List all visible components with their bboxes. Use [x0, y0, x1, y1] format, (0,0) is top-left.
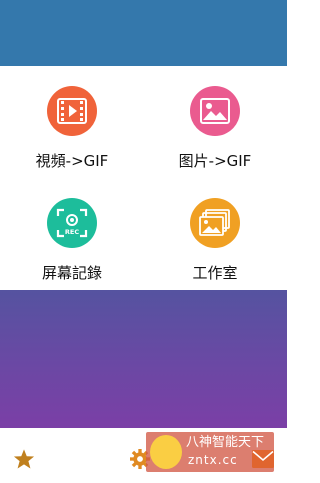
image-icon [200, 98, 230, 124]
film-play-icon [57, 98, 87, 124]
video-to-gif-icon-circle [47, 86, 97, 136]
mail-icon [252, 450, 274, 468]
mail-button[interactable] [252, 450, 274, 468]
watermark-title: 八神智能天下 [186, 435, 265, 450]
image-to-gif-tile[interactable]: 图片->GIF [143, 66, 287, 178]
screen-record-icon-circle: REC [47, 198, 97, 248]
star-icon [13, 449, 35, 469]
image-to-gif-icon-circle [190, 86, 240, 136]
studio-icon-circle [190, 198, 240, 248]
header-band [0, 0, 287, 66]
star-button[interactable] [12, 447, 36, 471]
watermark-logo-icon [150, 435, 182, 469]
studio-tile[interactable]: 工作室 [143, 178, 287, 290]
screen-record-label: 屏幕記錄 [41, 264, 102, 282]
video-to-gif-tile[interactable]: 視頻->GIF [0, 66, 144, 178]
rec-badge: REC [65, 228, 79, 236]
image-to-gif-label: 图片->GIF [178, 152, 252, 170]
screen-record-tile[interactable]: REC 屏幕記錄 [0, 178, 144, 290]
video-to-gif-label: 視頻->GIF [35, 152, 109, 170]
gradient-background [0, 290, 287, 428]
studio-label: 工作室 [192, 264, 238, 282]
feature-grid: 視頻->GIF 图片->GIF REC 屏幕記錄 工作室 [0, 66, 287, 290]
watermark-url: zntx.cc [188, 453, 238, 467]
bottom-bar: 八神智能天下 zntx.cc [0, 428, 287, 483]
screen-record-icon: REC [56, 208, 88, 238]
photo-stack-icon [199, 209, 230, 236]
